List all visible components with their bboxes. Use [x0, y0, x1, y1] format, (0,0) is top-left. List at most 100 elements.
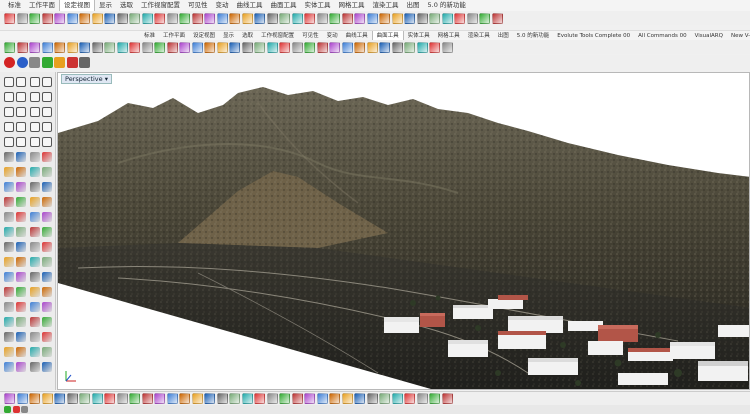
surface-tool-icon[interactable]	[254, 41, 265, 53]
sidebar-tool-icon[interactable]	[16, 182, 26, 192]
bottom-tool-icon[interactable]	[216, 393, 228, 404]
sidebar-tool-icon[interactable]	[30, 362, 40, 372]
plugin-tab-17[interactable]: VisualARQ	[691, 31, 727, 40]
sidebar-tool-icon[interactable]	[16, 197, 26, 207]
bottom-tool-icon[interactable]	[166, 393, 178, 404]
plugin-tab-9[interactable]: 曲面工具	[371, 31, 404, 40]
sidebar-tool-icon[interactable]	[16, 332, 26, 342]
bottom-tool-icon[interactable]	[41, 393, 53, 404]
standard-tool-icon[interactable]	[104, 12, 115, 24]
surface-tool-icon[interactable]	[191, 41, 203, 53]
standard-tool-icon[interactable]	[441, 12, 453, 24]
surface-tool-icon[interactable]	[304, 41, 315, 53]
plugin-tab-10[interactable]: 实体工具	[404, 31, 434, 40]
menu-tab-6[interactable]: 可见性	[184, 0, 212, 11]
menu-tab-4[interactable]: 选取	[116, 0, 137, 11]
menu-tab-3[interactable]: 显示	[95, 0, 116, 11]
surface-tool-icon[interactable]	[129, 41, 140, 53]
standard-tool-icon[interactable]	[341, 12, 353, 24]
sidebar-tool-icon[interactable]	[4, 272, 14, 282]
sidebar-tool-icon[interactable]	[16, 92, 26, 102]
standard-tool-icon[interactable]	[429, 12, 440, 24]
sidebar-tool-icon[interactable]	[30, 317, 40, 327]
sidebar-tool-icon[interactable]	[4, 107, 14, 117]
standard-tool-icon[interactable]	[16, 12, 28, 24]
standard-tool-icon[interactable]	[29, 12, 40, 24]
sidebar-tool-icon[interactable]	[4, 227, 14, 237]
sidebar-tool-icon[interactable]	[42, 242, 52, 252]
bottom-tool-icon[interactable]	[229, 393, 240, 404]
sidebar-tool-icon[interactable]	[4, 197, 14, 207]
plugin-tab-18[interactable]: New V-Ray For Rhino 01	[727, 31, 750, 40]
sidebar-tool-icon[interactable]	[42, 347, 52, 357]
standard-tool-icon[interactable]	[454, 12, 465, 24]
bottom-tool-icon[interactable]	[404, 393, 415, 404]
bottom-tool-icon[interactable]	[304, 393, 315, 404]
status-icon[interactable]	[21, 406, 28, 413]
standard-tool-icon[interactable]	[154, 12, 165, 24]
sidebar-tool-icon[interactable]	[42, 77, 52, 87]
standard-tool-icon[interactable]	[416, 12, 428, 24]
bottom-tool-icon[interactable]	[91, 393, 103, 404]
surface-tool-icon[interactable]	[91, 41, 103, 53]
status-icon[interactable]	[4, 406, 11, 413]
bottom-tool-icon[interactable]	[16, 393, 28, 404]
sidebar-tool-icon[interactable]	[16, 272, 26, 282]
bottom-tool-icon[interactable]	[429, 393, 440, 404]
bottom-tool-icon[interactable]	[141, 393, 153, 404]
surface-tool-icon[interactable]	[104, 41, 115, 53]
sidebar-tool-icon[interactable]	[4, 302, 14, 312]
sidebar-tool-icon[interactable]	[42, 92, 52, 102]
menu-tab-13[interactable]: 出图	[403, 0, 424, 11]
sidebar-tool-icon[interactable]	[16, 107, 26, 117]
sidebar-tool-icon[interactable]	[4, 122, 14, 132]
sidebar-tool-icon[interactable]	[30, 287, 40, 297]
bottom-tool-icon[interactable]	[254, 393, 265, 404]
sidebar-tool-icon[interactable]	[30, 182, 40, 192]
sidebar-tool-icon[interactable]	[30, 332, 40, 342]
plugin-tab-15[interactable]: Evolute Tools Complete 00	[553, 31, 634, 40]
sidebar-tool-icon[interactable]	[42, 212, 52, 222]
bottom-tool-icon[interactable]	[116, 393, 128, 404]
standard-tool-icon[interactable]	[266, 12, 278, 24]
sidebar-tool-icon[interactable]	[42, 122, 52, 132]
surface-tool-icon[interactable]	[441, 41, 453, 53]
sidebar-tool-icon[interactable]	[4, 362, 14, 372]
sidebar-tool-icon[interactable]	[30, 197, 40, 207]
sidebar-tool-icon[interactable]	[42, 107, 52, 117]
bottom-tool-icon[interactable]	[391, 393, 403, 404]
plugin-tab-16[interactable]: All Commands 00	[634, 31, 690, 40]
bottom-tool-icon[interactable]	[241, 393, 253, 404]
surface-tool-icon[interactable]	[116, 41, 128, 53]
bottom-tool-icon[interactable]	[54, 393, 65, 404]
standard-tool-icon[interactable]	[216, 12, 228, 24]
render-tool-icon[interactable]	[41, 57, 53, 68]
plugin-tab-2[interactable]: 设定视图	[189, 31, 219, 40]
menu-tab-1[interactable]: 工作平面	[25, 0, 59, 11]
sidebar-tool-icon[interactable]	[42, 287, 52, 297]
bottom-tool-icon[interactable]	[191, 393, 203, 404]
plugin-tab-12[interactable]: 渲染工具	[464, 31, 494, 40]
render-tool-icon[interactable]	[79, 57, 90, 68]
standard-tool-icon[interactable]	[204, 12, 215, 24]
standard-tool-icon[interactable]	[141, 12, 153, 24]
standard-tool-icon[interactable]	[366, 12, 378, 24]
plugin-tab-1[interactable]: 工作平面	[159, 31, 189, 40]
plugin-tab-7[interactable]: 变动	[323, 31, 342, 40]
sidebar-tool-icon[interactable]	[16, 302, 26, 312]
sidebar-tool-icon[interactable]	[42, 182, 52, 192]
sidebar-tool-icon[interactable]	[42, 332, 52, 342]
sidebar-tool-icon[interactable]	[16, 317, 26, 327]
plugin-tab-4[interactable]: 选取	[238, 31, 257, 40]
surface-tool-icon[interactable]	[154, 41, 165, 53]
surface-tool-icon[interactable]	[216, 41, 228, 53]
standard-tool-icon[interactable]	[66, 12, 78, 24]
bottom-tool-icon[interactable]	[204, 393, 215, 404]
sidebar-tool-icon[interactable]	[42, 362, 52, 372]
sidebar-tool-icon[interactable]	[16, 362, 26, 372]
surface-tool-icon[interactable]	[379, 41, 390, 53]
plugin-tab-0[interactable]: 标准	[140, 31, 159, 40]
menu-tab-7[interactable]: 变动	[212, 0, 233, 11]
bottom-tool-icon[interactable]	[79, 393, 90, 404]
sidebar-tool-icon[interactable]	[4, 287, 14, 297]
